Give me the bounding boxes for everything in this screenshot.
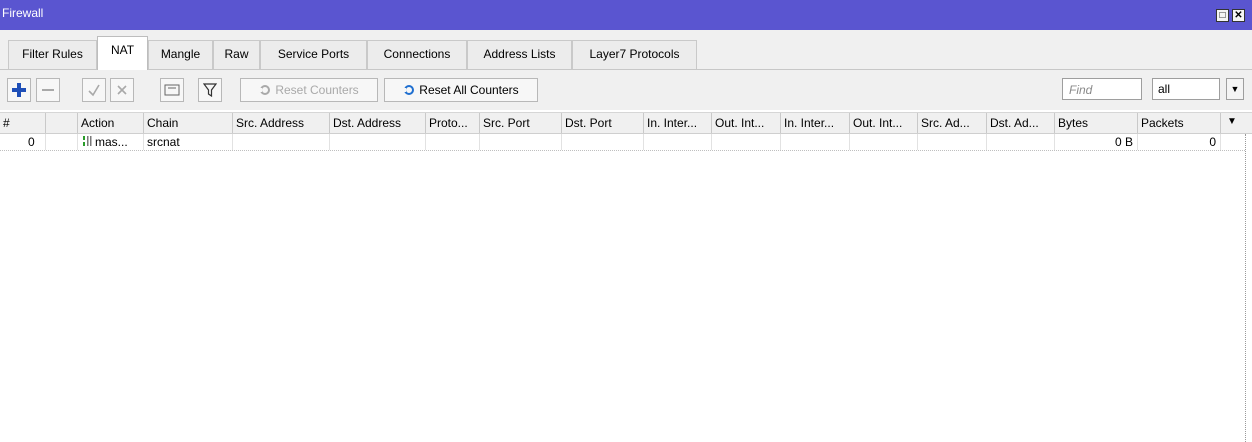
column-header[interactable]: Action: [78, 113, 144, 133]
tab-filter-rules[interactable]: Filter Rules: [8, 40, 97, 69]
row-bytes: 0 B: [1055, 134, 1138, 150]
dropdown-arrow-icon[interactable]: ▼: [1226, 78, 1244, 100]
masquerade-icon: [83, 136, 92, 146]
tab-label: Raw: [224, 47, 249, 61]
column-header[interactable]: Dst. Port: [562, 113, 644, 133]
enable-button[interactable]: [82, 78, 106, 102]
tab-connections[interactable]: Connections: [367, 40, 467, 69]
row-src-port: [480, 134, 562, 150]
disable-button[interactable]: [110, 78, 134, 102]
tab-label: Filter Rules: [22, 47, 83, 61]
window-titlebar: Firewall □ ✕: [0, 0, 1252, 30]
tab-raw[interactable]: Raw: [213, 40, 260, 69]
column-menu-icon[interactable]: ▼: [1227, 116, 1237, 127]
tab-mangle[interactable]: Mangle: [148, 40, 213, 69]
column-header[interactable]: Packets: [1138, 113, 1221, 133]
row-chain: srcnat: [144, 134, 233, 150]
table-right-edge: [1245, 134, 1247, 442]
tab-label: Service Ports: [277, 47, 350, 61]
column-header[interactable]: Bytes: [1055, 113, 1138, 133]
row-index: 0: [0, 134, 46, 150]
minus-icon: [42, 89, 54, 91]
plus-icon: [12, 83, 26, 97]
tab-label: Layer7 Protocols: [589, 47, 680, 61]
reset-icon: [259, 85, 271, 95]
row-protocol: [426, 134, 480, 150]
row-out-interface: [712, 134, 781, 150]
row-src-address: [233, 134, 330, 150]
x-icon: [117, 85, 127, 95]
reset-all-counters-button[interactable]: Reset All Counters: [384, 78, 538, 102]
table-row[interactable]: 0 mas... srcnat 0 B 0: [0, 134, 1245, 151]
row-in-interface: [644, 134, 712, 150]
close-icon[interactable]: ✕: [1232, 9, 1245, 22]
add-button[interactable]: [7, 78, 31, 102]
tab-nat[interactable]: NAT: [97, 36, 148, 70]
tab-layer7-protocols[interactable]: Layer7 Protocols: [572, 40, 697, 69]
reset-icon: [403, 85, 415, 95]
row-packets: 0: [1138, 134, 1221, 150]
tab-label: Connections: [383, 47, 451, 61]
tab-address-lists[interactable]: Address Lists: [467, 40, 572, 69]
filter-button[interactable]: [198, 78, 222, 102]
remove-button[interactable]: [36, 78, 60, 102]
column-header[interactable]: Out. Int...: [850, 113, 918, 133]
tab-label: Address Lists: [483, 47, 556, 61]
row-src-address-list: [918, 134, 987, 150]
row-action-label: mas...: [95, 135, 128, 149]
column-header[interactable]: #: [0, 113, 46, 133]
tab-label: Mangle: [160, 47, 201, 61]
row-in-interface-list: [781, 134, 850, 150]
column-header[interactable]: Src. Address: [233, 113, 330, 133]
check-icon: [88, 84, 100, 97]
column-header[interactable]: In. Inter...: [644, 113, 712, 133]
column-header[interactable]: Src. Ad...: [918, 113, 987, 133]
column-header[interactable]: Out. Int...: [712, 113, 781, 133]
table-header: # Action Chain Src. Address Dst. Address…: [0, 112, 1252, 134]
row-out-interface-list: [850, 134, 918, 150]
row-dst-address: [330, 134, 426, 150]
funnel-icon: [203, 83, 217, 97]
comment-button[interactable]: [160, 78, 184, 102]
tab-service-ports[interactable]: Service Ports: [260, 40, 367, 69]
column-header[interactable]: Proto...: [426, 113, 480, 133]
column-header[interactable]: Src. Port: [480, 113, 562, 133]
tab-label: NAT: [110, 43, 135, 57]
column-header[interactable]: Dst. Ad...: [987, 113, 1055, 133]
maximize-icon[interactable]: □: [1216, 9, 1229, 22]
column-header[interactable]: Chain: [144, 113, 233, 133]
column-header[interactable]: Dst. Address: [330, 113, 426, 133]
row-action: mas...: [78, 134, 144, 150]
row-flags: [46, 134, 78, 150]
column-header[interactable]: [46, 113, 78, 133]
reset-all-counters-label: Reset All Counters: [419, 83, 519, 97]
column-header[interactable]: In. Inter...: [781, 113, 850, 133]
filter-select[interactable]: all: [1152, 78, 1220, 100]
tab-bar: Filter Rules NAT Mangle Raw Service Port…: [0, 30, 1252, 70]
row-dst-address-list: [987, 134, 1055, 150]
reset-counters-button[interactable]: Reset Counters: [240, 78, 378, 102]
find-input[interactable]: [1067, 80, 1145, 100]
note-icon: [164, 84, 180, 96]
reset-counters-label: Reset Counters: [275, 83, 359, 97]
window-title: Firewall: [2, 6, 44, 20]
row-dst-port: [562, 134, 644, 150]
find-field[interactable]: [1062, 78, 1145, 100]
